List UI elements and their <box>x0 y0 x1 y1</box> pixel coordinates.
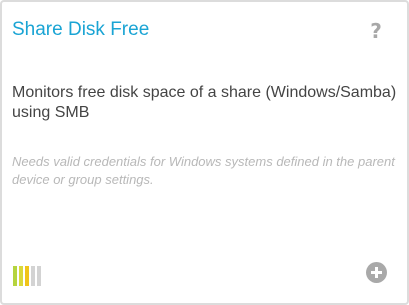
help-icon[interactable]: ? <box>366 19 386 43</box>
performance-bar-2 <box>19 266 23 286</box>
performance-impact-bars <box>13 266 53 286</box>
performance-bar-3 <box>25 266 29 286</box>
add-icon[interactable] <box>366 262 387 283</box>
card-note: Needs valid credentials for Windows syst… <box>12 154 395 187</box>
performance-bar-1 <box>13 266 17 286</box>
card-title[interactable]: Share Disk Free <box>12 18 149 42</box>
card-description: Monitors free disk space of a share (Win… <box>12 84 397 121</box>
sensor-card[interactable]: Share Disk Free ? Monitors free disk spa… <box>0 0 409 305</box>
performance-bar-4 <box>31 266 35 286</box>
performance-bar-5 <box>37 266 41 286</box>
